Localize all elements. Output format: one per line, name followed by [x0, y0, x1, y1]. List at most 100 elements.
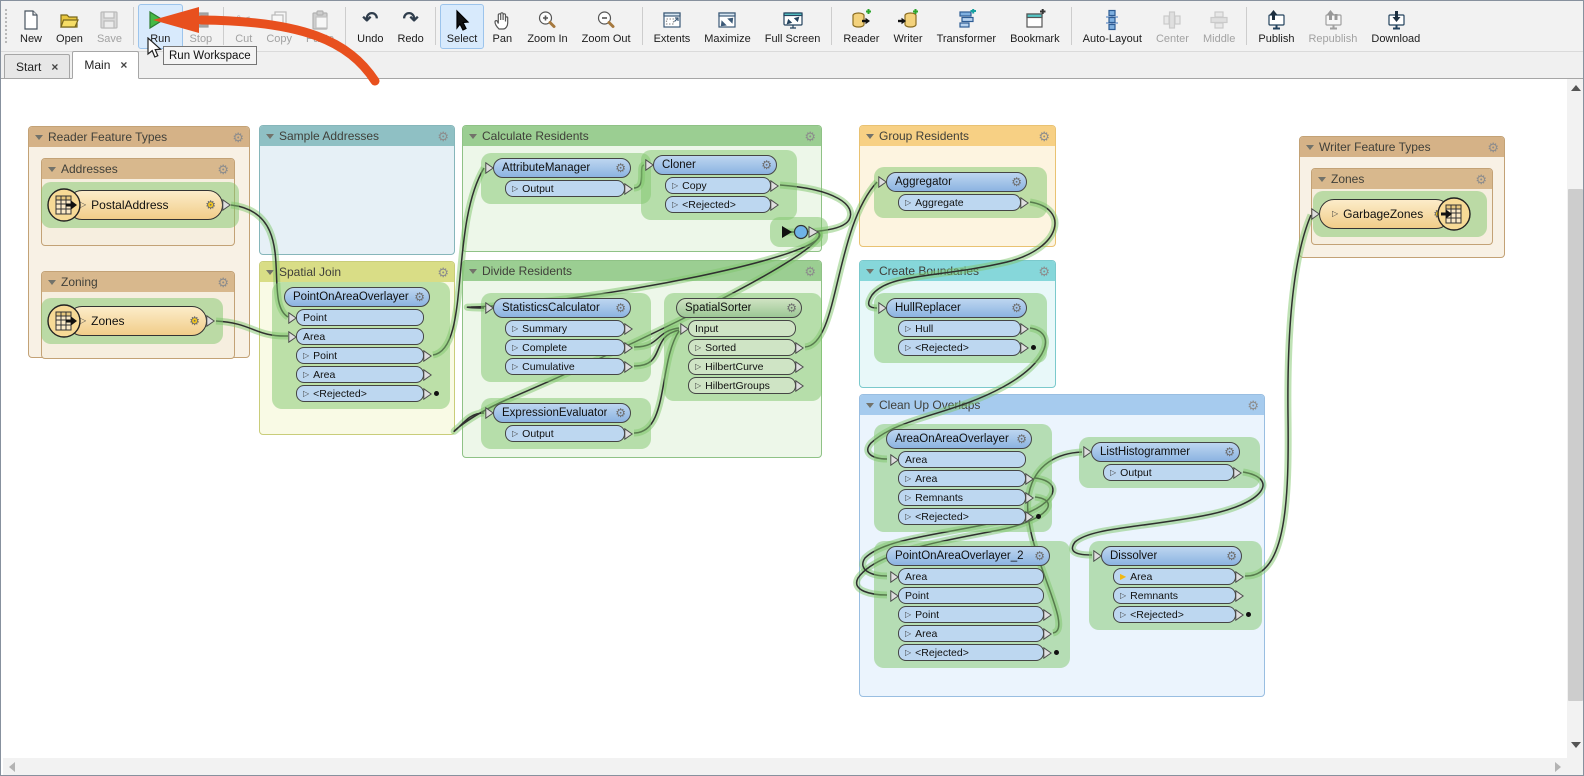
output-port-icon[interactable]	[624, 322, 634, 335]
output-port-row[interactable]: ▷ Complete	[505, 339, 634, 356]
input-port-icon[interactable]	[890, 589, 900, 602]
node-gear-icon[interactable]: ⚙	[615, 162, 626, 174]
output-port-icon[interactable]	[1235, 589, 1245, 602]
output-port-row[interactable]: ▷ Output	[505, 180, 634, 197]
output-port-row[interactable]: ▷ Point	[296, 347, 433, 364]
output-port-icon[interactable]	[1043, 627, 1053, 640]
output-port-row[interactable]: ▷ <Rejected>	[898, 508, 1041, 525]
toolbar-download-button[interactable]: Download	[1364, 4, 1427, 49]
output-port-icon[interactable]	[1025, 510, 1035, 523]
output-port-row[interactable]: ▷ HilbertGroups	[688, 377, 805, 394]
toolbar-writer-button[interactable]: Writer	[886, 4, 929, 49]
output-port-row[interactable]: ▶ Area	[1113, 568, 1245, 585]
output-port-row[interactable]: ▷ Area	[898, 470, 1035, 487]
output-port-icon[interactable]	[423, 387, 433, 400]
toolbar-maximize-button[interactable]: Maximize	[697, 4, 757, 49]
output-port-row[interactable]: ▷ <Rejected>	[898, 644, 1059, 661]
node-gear-icon[interactable]: ⚙	[1034, 550, 1045, 562]
transformer-node-spatialsorter[interactable]: SpatialSorter ⚙ Input ▷ Sorted ▷ HilbertCurve ▷…	[676, 298, 805, 394]
output-port-icon[interactable]	[770, 179, 780, 192]
output-port-row[interactable]: ▷ Remnants	[1113, 587, 1245, 604]
input-port-icon[interactable]	[288, 330, 298, 343]
output-port-icon[interactable]	[624, 427, 634, 440]
transformer-header[interactable]: Aggregator ⚙	[878, 172, 1027, 192]
output-port-row[interactable]: ▷ Output	[505, 425, 634, 442]
output-port-icon[interactable]	[1020, 322, 1030, 335]
input-port-icon[interactable]	[890, 570, 900, 583]
toolbar-drag-handle[interactable]	[4, 8, 8, 44]
output-port-icon[interactable]	[795, 360, 805, 373]
reader-node-postal[interactable]: ▷ PostalAddress ⚙	[47, 188, 232, 222]
toolbar-autolayout-button[interactable]: Auto-Layout	[1076, 4, 1149, 49]
node-gear-icon[interactable]: ⚙	[1011, 302, 1022, 314]
transformer-header[interactable]: SpatialSorter ⚙	[676, 298, 802, 318]
input-port-icon[interactable]	[485, 301, 495, 315]
input-port-icon[interactable]	[1311, 207, 1321, 221]
input-port-icon[interactable]	[878, 175, 888, 189]
transformer-header[interactable]: Dissolver ⚙	[1093, 546, 1242, 566]
output-port-icon[interactable]	[1235, 570, 1245, 583]
input-port-icon[interactable]	[288, 311, 298, 324]
transformer-header[interactable]: ListHistogrammer ⚙	[1083, 442, 1240, 462]
output-port-row[interactable]: ▷ Hull	[898, 320, 1030, 337]
input-port-row[interactable]: Point	[890, 587, 1044, 604]
scroll-up-icon[interactable]	[1571, 85, 1581, 91]
transformer-header[interactable]: AttributeManager ⚙	[485, 158, 631, 178]
input-port-icon[interactable]	[878, 301, 888, 315]
node-gear-icon[interactable]: ⚙	[1224, 446, 1235, 458]
node-gear-icon[interactable]: ⚙	[786, 302, 797, 314]
output-port-row[interactable]: ▷ Cumulative	[505, 358, 634, 375]
toolbar-zoomout-button[interactable]: Zoom Out	[575, 4, 638, 49]
output-port-row[interactable]: ▷ Remnants	[898, 489, 1035, 506]
connection-wire[interactable]	[1244, 214, 1312, 577]
vertical-scroll-thumb[interactable]	[1568, 189, 1583, 701]
toolbar-pan-button[interactable]: Pan	[484, 4, 520, 49]
junction-node[interactable]	[780, 220, 820, 244]
output-port-icon[interactable]	[1025, 491, 1035, 504]
node-gear-icon[interactable]: ⚙	[1016, 433, 1027, 445]
output-port-row[interactable]: ▷ Area	[296, 366, 433, 383]
toolbar-open-button[interactable]: Open	[49, 4, 90, 49]
transformer-node-statcalc[interactable]: StatisticsCalculator ⚙ ▷ Summary ▷ Complete ▷ C…	[485, 298, 634, 375]
node-gear-icon[interactable]: ⚙	[414, 291, 425, 303]
output-port-icon[interactable]	[795, 379, 805, 392]
node-gear-icon[interactable]: ⚙	[615, 302, 626, 314]
output-port-row[interactable]: ▷ <Rejected>	[1113, 606, 1251, 623]
input-port-icon[interactable]	[680, 322, 690, 335]
output-port-row[interactable]: ▷ <Rejected>	[296, 385, 439, 402]
output-port-row[interactable]: ▷ Output	[1103, 464, 1243, 481]
toolbar-fullscreen-button[interactable]: Full Screen	[758, 4, 828, 49]
transformer-node-listhist[interactable]: ListHistogrammer ⚙ ▷ Output	[1083, 442, 1243, 481]
vertical-scrollbar[interactable]	[1567, 79, 1583, 758]
output-port-row[interactable]: ▷ Summary	[505, 320, 634, 337]
transformer-node-poao[interactable]: PointOnAreaOverlayer ⚙ Point Area ▷ Point ▷ Are…	[284, 287, 439, 402]
input-port-icon[interactable]	[890, 453, 900, 466]
transformer-node-poao2[interactable]: PointOnAreaOverlayer_2 ⚙ Area Point ▷ Point ▷ A…	[886, 546, 1059, 661]
output-port-icon[interactable]	[423, 368, 433, 381]
output-port-row[interactable]: ▷ <Rejected>	[665, 196, 780, 213]
run-dropdown-icon[interactable]: ▾	[171, 14, 176, 25]
reader-pill[interactable]: ▷ Zones ⚙	[67, 306, 216, 336]
toolbar-reader-button[interactable]: Reader	[836, 4, 886, 49]
output-port-icon[interactable]	[624, 182, 634, 195]
output-port-icon[interactable]	[795, 341, 805, 354]
input-port-icon[interactable]	[485, 161, 495, 175]
writer-pill[interactable]: ▷GarbageZones⚙	[1311, 199, 1451, 229]
output-port-icon[interactable]	[1043, 646, 1053, 659]
input-port-row[interactable]: Input	[680, 320, 796, 337]
output-port-icon[interactable]	[222, 198, 232, 212]
output-port-icon[interactable]	[1020, 341, 1030, 354]
reader-pill[interactable]: ▷ PostalAddress ⚙	[67, 190, 232, 220]
transformer-node-hullrep[interactable]: HullReplacer ⚙ ▷ Hull ▷ <Rejected>	[878, 298, 1036, 356]
scroll-down-icon[interactable]	[1571, 742, 1581, 748]
output-port-icon[interactable]	[770, 198, 780, 211]
writer-node-garbage[interactable]: ▷GarbageZones⚙	[1311, 197, 1471, 231]
output-port-icon[interactable]	[1233, 466, 1243, 479]
tab-close-icon[interactable]: ×	[120, 58, 127, 72]
output-port-icon[interactable]	[1020, 196, 1030, 209]
input-port-row[interactable]: Area	[890, 568, 1044, 585]
toolbar-redo-button[interactable]: ↷ Redo	[390, 4, 430, 49]
node-gear-icon[interactable]: ⚙	[1011, 176, 1022, 188]
toolbar-extents-button[interactable]: Extents	[647, 4, 698, 49]
input-port-icon[interactable]	[1083, 445, 1093, 459]
